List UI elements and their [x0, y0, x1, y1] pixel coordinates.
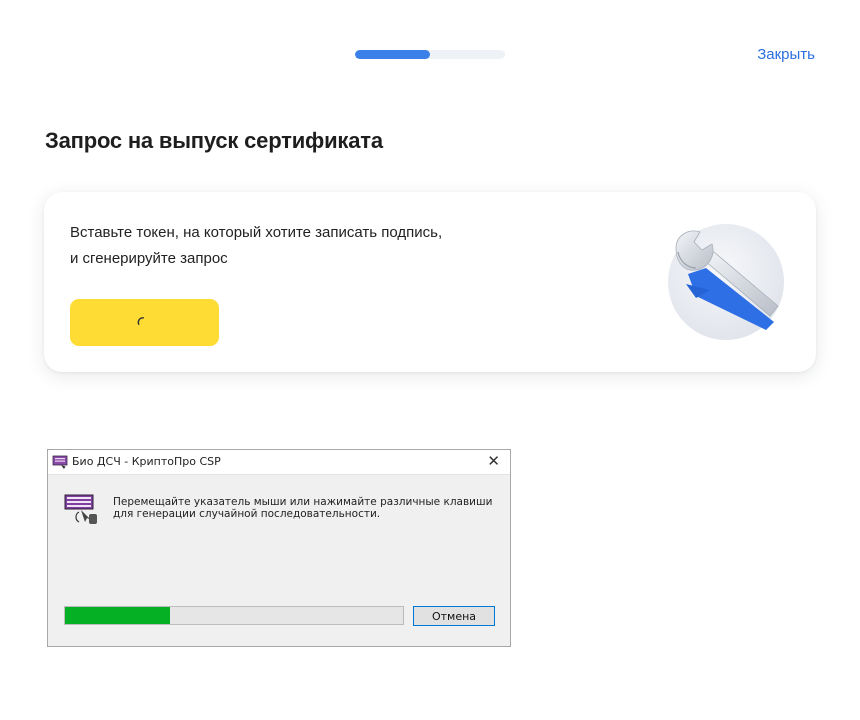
token-card: Вставьте токен, на который хотите записа… — [44, 192, 816, 372]
cancel-button[interactable]: Отмена — [413, 606, 495, 626]
dialog-message-line: Перемещайте указатель мыши или нажимайте… — [113, 496, 493, 508]
dialog-message: Перемещайте указатель мыши или нажимайте… — [113, 496, 503, 520]
loading-spinner-icon — [137, 317, 145, 325]
wizard-progress-bar — [355, 50, 505, 59]
wizard-progress-fill — [355, 50, 430, 59]
close-link[interactable]: Закрыть — [757, 46, 815, 63]
entropy-progress-fill — [65, 607, 170, 624]
card-instructions: Вставьте токен, на который хотите записа… — [70, 220, 442, 272]
crypto-dialog: Био ДСЧ - КриптоПро CSP ✕ Перемещайте ук… — [47, 449, 511, 647]
wrench-icon — [668, 224, 784, 340]
generate-request-button[interactable] — [70, 299, 219, 346]
keyboard-app-icon — [52, 455, 68, 469]
dialog-titlebar[interactable]: Био ДСЧ - КриптоПро CSP ✕ — [48, 450, 510, 475]
close-icon[interactable]: ✕ — [487, 452, 500, 470]
page-title: Запрос на выпуск сертификата — [45, 128, 383, 153]
keyboard-mouse-icon — [64, 494, 97, 524]
card-text-line: Вставьте токен, на который хотите записа… — [70, 224, 443, 241]
dialog-title: Био ДСЧ - КриптоПро CSP — [72, 455, 221, 468]
card-text-line: и сгенерируйте запрос — [70, 250, 228, 267]
dialog-message-line: для генерации случайной последовательнос… — [113, 508, 381, 520]
entropy-progress-bar — [64, 606, 404, 625]
